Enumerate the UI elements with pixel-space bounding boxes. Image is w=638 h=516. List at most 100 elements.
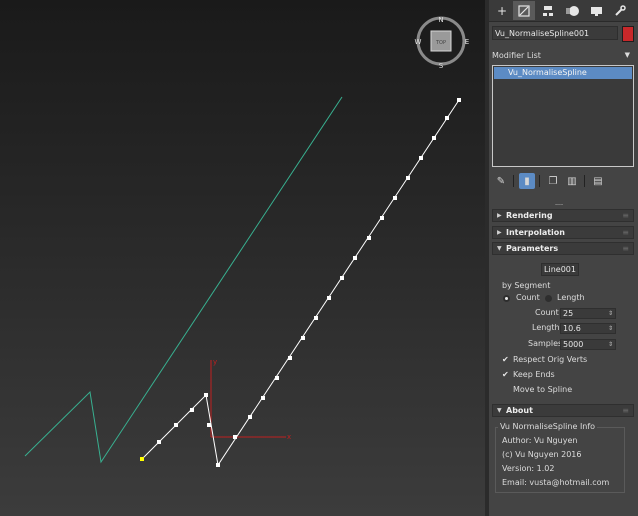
spline-vertex[interactable] (432, 136, 436, 140)
motion-tab[interactable] (561, 1, 583, 20)
checkmark-icon[interactable]: ✔ (502, 370, 510, 380)
spline-vertex[interactable] (457, 98, 461, 102)
collapse-icon: ▼ (497, 407, 502, 414)
gizmo-y-label: y (213, 358, 217, 366)
respect-orig-verts-label[interactable]: Respect Orig Verts (513, 355, 587, 364)
spline-vertex[interactable] (406, 176, 410, 180)
checkmark-icon[interactable]: ✔ (502, 355, 510, 365)
chevron-down-icon: ▼ (624, 51, 630, 59)
motion-icon (566, 5, 579, 16)
remove-modifier-button[interactable]: ▥ (564, 173, 580, 189)
rollout-title: About (506, 406, 533, 415)
count-radio[interactable] (503, 295, 510, 302)
modify-icon (518, 4, 530, 17)
modifier-stack[interactable]: Vu_NormaliseSpline (492, 65, 634, 167)
create-tab[interactable]: + (491, 1, 513, 20)
spline-vertex[interactable] (288, 356, 292, 360)
trash-icon: ▥ (567, 175, 577, 187)
end-result-icon: ▮ (524, 175, 530, 187)
utilities-tab[interactable] (609, 1, 631, 20)
spinner-arrows-icon[interactable]: ⇕ (608, 324, 613, 334)
rollout-grip[interactable]: ﹏ (555, 196, 563, 207)
viewcube-label: TOP (435, 40, 446, 46)
drag-handle-icon: ≡ (622, 228, 629, 237)
resampled-spline[interactable] (141, 99, 460, 467)
spline-vertex[interactable] (174, 423, 178, 427)
spinner-arrows-icon[interactable]: ⇕ (608, 309, 613, 319)
compass-west[interactable]: W (415, 38, 422, 46)
spline-vertex[interactable] (157, 440, 161, 444)
parameters-rollout[interactable]: ▼ Parameters ≡ (492, 242, 634, 255)
configure-modifier-sets-button[interactable]: ▤ (590, 173, 606, 189)
spline-vertex[interactable] (275, 376, 279, 380)
length-radio-label[interactable]: Length (557, 293, 585, 302)
about-author: Author: Vu Nguyen (502, 436, 578, 445)
show-end-result-button[interactable]: ▮ (519, 173, 535, 189)
length-radio[interactable] (545, 295, 552, 302)
pin-icon: ✎ (496, 175, 506, 187)
by-segment-label: by Segment (502, 281, 551, 290)
samples-value: 5000 (563, 340, 584, 349)
interpolation-rollout[interactable]: ▶ Interpolation ≡ (492, 226, 634, 239)
count-radio-label[interactable]: Count (516, 293, 540, 302)
spline-vertex[interactable] (393, 196, 397, 200)
keep-ends-label[interactable]: Keep Ends (513, 370, 555, 379)
first-vertex[interactable] (140, 457, 144, 461)
spline-vertex[interactable] (367, 236, 371, 240)
make-unique-icon: ❐ (548, 175, 558, 187)
make-unique-button[interactable]: ❐ (545, 173, 561, 189)
toolbar-divider (539, 175, 540, 187)
spline-vertex[interactable] (261, 396, 265, 400)
collapse-icon: ▼ (497, 245, 502, 252)
length-spinner[interactable]: 10.6 ⇕ (560, 323, 616, 334)
configure-icon: ▤ (593, 175, 603, 187)
spline-vertex[interactable] (301, 336, 305, 340)
spline-vertex[interactable] (248, 415, 252, 419)
samples-spinner[interactable]: 5000 ⇕ (560, 339, 616, 350)
about-rollout[interactable]: ▼ About ≡ (492, 404, 634, 417)
original-spline[interactable] (24, 96, 343, 464)
hierarchy-tab[interactable] (537, 1, 559, 20)
spline-vertex[interactable] (353, 256, 357, 260)
viewcube[interactable]: TOP N S E W (415, 16, 470, 70)
rendering-rollout[interactable]: ▶ Rendering ≡ (492, 209, 634, 222)
object-name-field[interactable]: Vu_NormaliseSpline001 (492, 26, 618, 40)
about-version: Version: 1.02 (502, 464, 555, 473)
move-to-spline-label[interactable]: Move to Spline (513, 385, 572, 394)
object-color-swatch[interactable] (622, 26, 634, 42)
drag-handle-icon: ≡ (622, 406, 629, 415)
spline-vertex[interactable] (190, 408, 194, 412)
spline-vertex[interactable] (445, 116, 449, 120)
spline-vertex[interactable] (340, 276, 344, 280)
spline-vertex[interactable] (327, 296, 331, 300)
spline-vertex[interactable] (419, 156, 423, 160)
spline-vertex[interactable] (207, 423, 211, 427)
toolbar-divider (584, 175, 585, 187)
viewport-canvas[interactable]: y x TOP N S E W (0, 0, 485, 516)
pick-spline-button[interactable]: Line001 (541, 263, 579, 276)
spline-vertices[interactable] (157, 98, 461, 467)
modify-tab[interactable] (513, 1, 535, 20)
spline-vertex[interactable] (233, 435, 237, 439)
command-panel-tabs: + (489, 0, 638, 22)
compass-north[interactable]: N (438, 16, 443, 24)
drag-handle-icon: ≡ (622, 244, 629, 253)
modifier-stack-item[interactable]: Vu_NormaliseSpline (494, 67, 632, 79)
spline-vertex[interactable] (380, 216, 384, 220)
compass-east[interactable]: E (465, 38, 469, 46)
compass-south[interactable]: S (439, 62, 444, 70)
spline-vertex[interactable] (314, 316, 318, 320)
gizmo-x-label: x (287, 433, 291, 441)
count-spinner[interactable]: 25 ⇕ (560, 308, 616, 319)
viewport-top[interactable]: y x TOP N S E W (0, 0, 485, 516)
about-copyright: (c) Vu Nguyen 2016 (502, 450, 582, 459)
utilities-icon (615, 4, 626, 16)
rollout-title: Rendering (506, 211, 553, 220)
spinner-arrows-icon[interactable]: ⇕ (608, 340, 613, 350)
spline-vertex[interactable] (216, 463, 220, 467)
pin-stack-button[interactable]: ✎ (493, 173, 509, 189)
spline-vertex[interactable] (204, 393, 208, 397)
modifier-list-dropdown[interactable]: Modifier List ▼ (492, 49, 632, 62)
display-tab[interactable] (585, 1, 607, 20)
command-panel: + Vu_NormaliseSpline001 Modifier List ▼ … (489, 0, 638, 516)
